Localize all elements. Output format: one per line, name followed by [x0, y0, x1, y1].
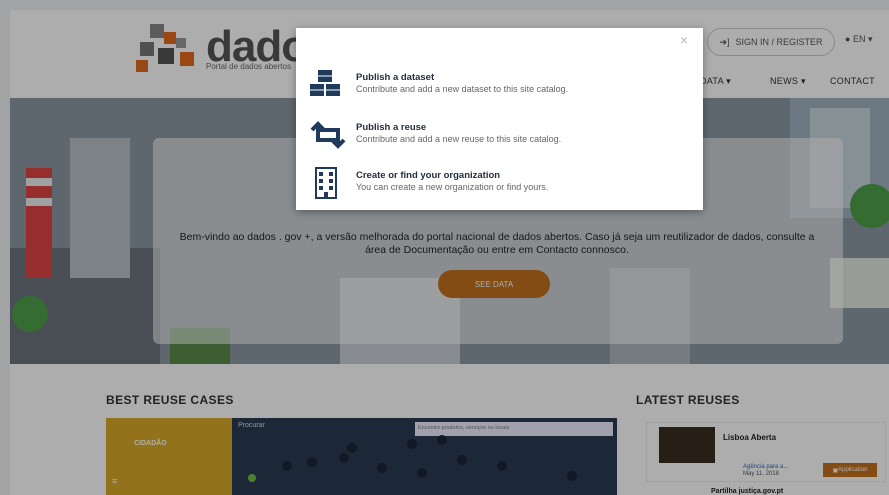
organization-title: Create or find your organization	[356, 170, 501, 181]
retweet-icon	[310, 121, 346, 149]
publish-reuse-title: Publish a reuse	[356, 122, 427, 133]
publish-dataset-desc: Contribute and add a new dataset to this…	[356, 84, 569, 94]
organization-option[interactable]: Create or find your organization You can…	[306, 166, 686, 206]
publish-dataset-option[interactable]: Publish a dataset Contribute and add a n…	[306, 68, 686, 108]
publish-reuse-option[interactable]: Publish a reuse Contribute and add a new…	[306, 118, 686, 158]
organization-desc: You can create a new organization or fin…	[356, 182, 549, 192]
publish-modal: × Publish a dataset Contribute and add a…	[296, 28, 703, 210]
building-icon	[315, 167, 337, 199]
publish-reuse-desc: Contribute and add a new reuse to this s…	[356, 134, 562, 144]
publish-dataset-title: Publish a dataset	[356, 72, 435, 83]
close-icon[interactable]: ×	[680, 32, 688, 48]
cubes-icon	[310, 70, 340, 96]
